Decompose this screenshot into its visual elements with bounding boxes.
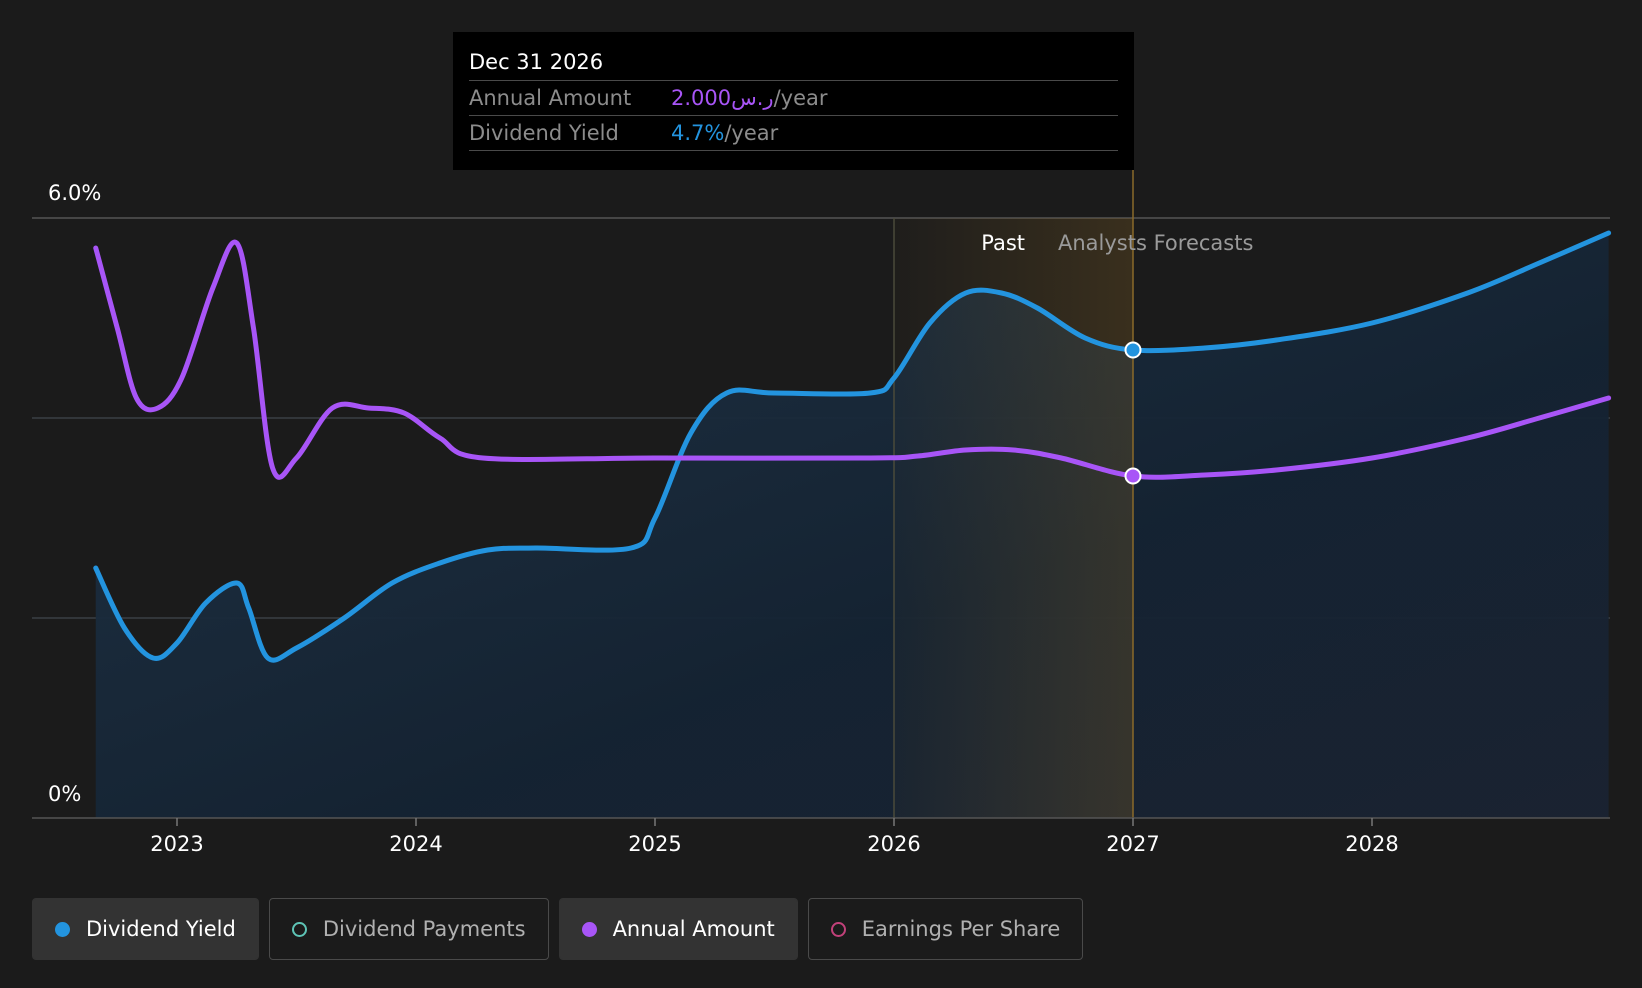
- legend-item-earnings-per-share[interactable]: Earnings Per Share: [807, 898, 1084, 960]
- x-tick-label: 2025: [628, 832, 681, 856]
- tooltip-unit: /year: [773, 86, 828, 110]
- tooltip-date: Dec 31 2026: [469, 46, 1118, 81]
- tooltip-value: 4.7%: [671, 121, 725, 145]
- legend-label: Dividend Payments: [322, 917, 526, 941]
- analysts-forecasts-label: Analysts Forecasts: [1058, 231, 1253, 255]
- legend-dot-icon: [830, 921, 846, 937]
- x-tick-label: 2024: [389, 832, 442, 856]
- x-tick-label: 2023: [150, 832, 203, 856]
- tooltip-label: Dividend Yield: [469, 121, 619, 145]
- y-axis-bottom-label: 0%: [48, 782, 81, 806]
- legend-dot-icon: [291, 921, 307, 937]
- past-region: [894, 218, 1133, 818]
- x-tick-label: 2026: [867, 832, 920, 856]
- tooltip-label: Annual Amount: [469, 86, 632, 110]
- legend-dot-icon: [581, 921, 597, 937]
- legend-label: Annual Amount: [612, 917, 775, 941]
- x-tick-label: 2028: [1345, 832, 1398, 856]
- tooltip-unit: /year: [724, 121, 779, 145]
- legend: Dividend Yield Dividend Payments Annual …: [32, 898, 1084, 960]
- annual-amount-marker: [1124, 467, 1142, 485]
- legend-item-dividend-yield[interactable]: Dividend Yield: [32, 898, 259, 960]
- tooltip-row-dividend-yield: Dividend Yield 4.7% /year: [469, 116, 1118, 151]
- dividend-yield-marker: [1124, 341, 1142, 359]
- legend-item-dividend-payments[interactable]: Dividend Payments: [268, 898, 549, 960]
- legend-label: Dividend Yield: [86, 917, 236, 941]
- legend-dot-icon: [55, 921, 70, 937]
- legend-item-annual-amount[interactable]: Annual Amount: [558, 898, 798, 960]
- tooltip-value: 2.000ر.س: [671, 86, 774, 110]
- tooltip-row-annual-amount: Annual Amount 2.000ر.س /year: [469, 81, 1118, 116]
- x-tick-label: 2027: [1106, 832, 1159, 856]
- past-label: Past: [981, 231, 1025, 255]
- legend-label: Earnings Per Share: [861, 917, 1061, 941]
- tooltip: Dec 31 2026 Annual Amount 2.000ر.س /year…: [453, 32, 1134, 170]
- y-axis-top-label: 6.0%: [48, 181, 101, 205]
